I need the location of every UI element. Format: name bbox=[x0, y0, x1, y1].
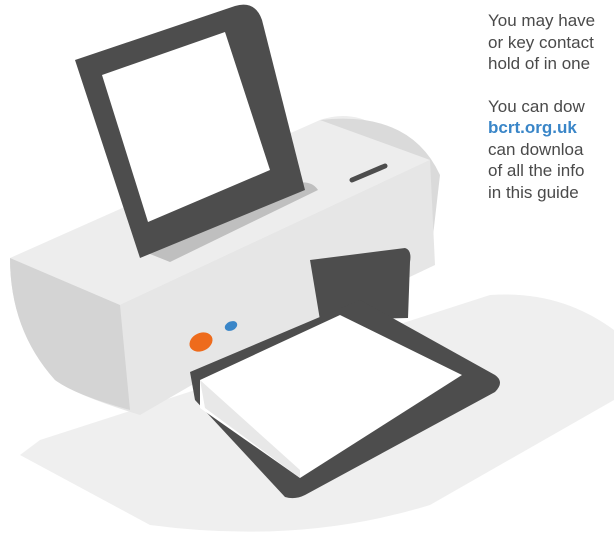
paragraph-1: You may have or key contact hold of in o… bbox=[488, 10, 614, 75]
text-line: can downloa bbox=[488, 139, 584, 159]
page: You may have or key contact hold of in o… bbox=[0, 0, 614, 534]
text-line: in this guide bbox=[488, 182, 579, 202]
text-line: of all the info bbox=[488, 161, 585, 180]
text-line: hold of in one bbox=[488, 54, 591, 73]
text-line: You can dow bbox=[488, 96, 585, 116]
text-line: or key contact bbox=[488, 32, 594, 52]
paragraph-2: You can dow bcrt.org.uk can downloa of a… bbox=[488, 96, 614, 204]
info-text: You may have or key contact hold of in o… bbox=[488, 10, 614, 224]
website-link[interactable]: bcrt.org.uk bbox=[488, 117, 614, 139]
text-line: You may have bbox=[488, 11, 596, 30]
